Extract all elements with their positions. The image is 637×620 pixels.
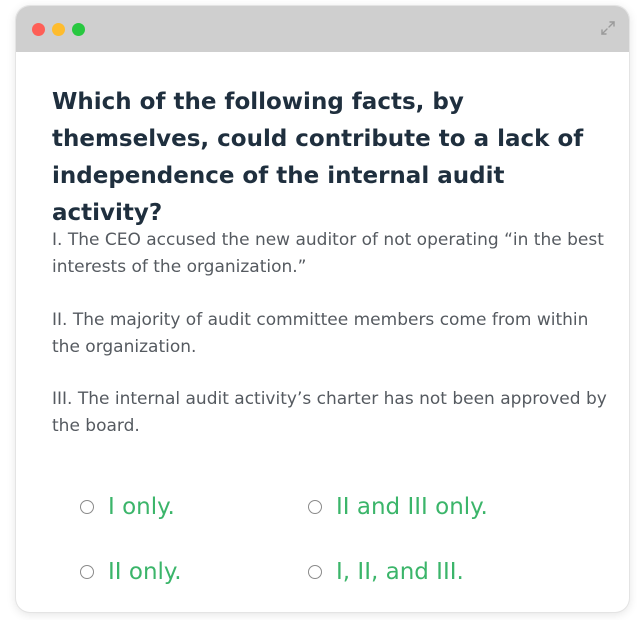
answer-option-label: II and III only. [336,494,488,520]
expand-arrows-icon[interactable] [599,19,617,37]
radio-button-icon[interactable] [308,500,322,514]
answer-option-3[interactable]: II only. [80,557,182,587]
answer-option-1[interactable]: I only. [80,492,175,522]
radio-button-icon[interactable] [308,565,322,579]
answer-option-2[interactable]: II and III only. [308,492,488,522]
statement-2: II. The majority of audit committee memb… [52,310,589,357]
question-text: Which of the following facts, by themsel… [52,89,584,226]
close-window-button[interactable] [32,23,45,36]
zoom-window-button[interactable] [72,23,85,36]
quiz-window: Which of the following facts, by themsel… [16,6,629,612]
statement-1: I. The CEO accused the new auditor of no… [52,230,604,277]
minimize-window-button[interactable] [52,23,65,36]
answer-option-label: I only. [108,494,175,520]
answer-option-label: II only. [108,559,182,585]
radio-button-icon[interactable] [80,565,94,579]
expand-arrows-icon-graphic [601,21,615,35]
title-bar [16,6,629,52]
answer-option-label: I, II, and III. [336,559,464,585]
statement-3: III. The internal audit activity’s chart… [52,389,607,436]
radio-button-icon[interactable] [80,500,94,514]
answer-option-4[interactable]: I, II, and III. [308,557,464,587]
